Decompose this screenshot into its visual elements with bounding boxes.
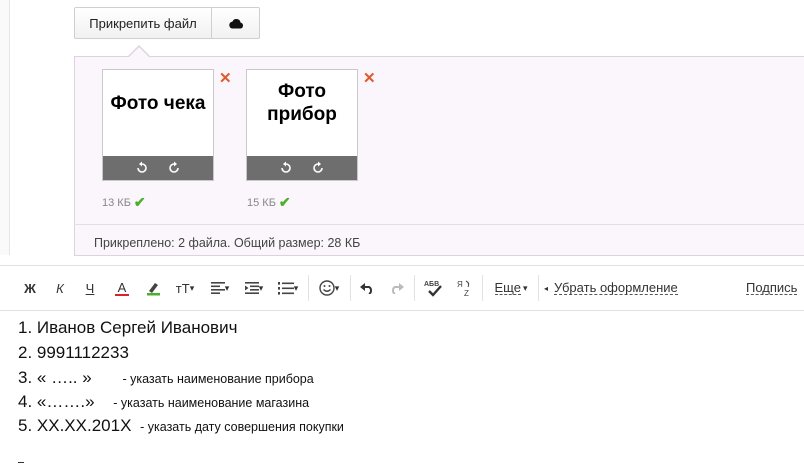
redo-icon <box>391 282 404 294</box>
collapse-left-icon: ◂ <box>544 283 549 293</box>
cloud-icon <box>228 18 243 28</box>
svg-text:Я: Я <box>457 280 463 289</box>
svg-text:АБВ: АБВ <box>424 281 439 288</box>
formatting-toolbar: Ж К Ч А тТ ▾ ▾ ▾ ▾ ▾ АБВ Я Z Еще ▾ ◂ Убр… <box>0 265 804 311</box>
attachment-thumbnail[interactable]: Фото прибор <box>246 69 358 181</box>
numbered-list-icon <box>277 281 294 295</box>
attachments-summary: Прикреплено: 2 файла. Общий размер: 28 К… <box>94 236 361 250</box>
italic-button[interactable]: К <box>50 266 70 310</box>
thumbnail-caption: Фото чека <box>110 93 206 114</box>
list-button[interactable]: ▾ <box>274 266 302 310</box>
remove-attachment-icon[interactable]: ✕ <box>363 71 376 86</box>
body-line: 2. 9991112233 <box>18 343 129 362</box>
emoji-button[interactable]: ▾ <box>314 266 344 310</box>
thumbnail-toolbar <box>103 156 213 180</box>
translit-button[interactable]: Я Z <box>452 266 476 310</box>
spellcheck-icon: АБВ <box>424 281 442 297</box>
underline-button[interactable]: Ч <box>80 266 100 310</box>
panel-divider <box>74 224 804 225</box>
body-line: 3. « ….. » - указать наименование прибор… <box>18 368 314 387</box>
undo-button[interactable] <box>356 266 378 310</box>
rotate-right-icon[interactable] <box>310 160 326 176</box>
thumbnail-caption: Фото прибор <box>267 81 337 125</box>
body-line: 4. «…….» - указать наименование магазина <box>18 392 310 411</box>
spellcheck-button[interactable]: АБВ <box>420 266 446 310</box>
body-line: 5. XX.XX.201X - указать дату совершения … <box>18 416 344 435</box>
undo-icon <box>360 282 373 294</box>
text-cursor <box>18 462 24 463</box>
more-menu[interactable]: Еще ▾ <box>490 266 532 310</box>
check-icon: ✔ <box>133 194 146 210</box>
bold-button[interactable]: Ж <box>20 266 40 310</box>
cloud-attach-button[interactable] <box>212 7 260 39</box>
attach-file-button[interactable]: Прикрепить файл <box>74 7 212 39</box>
highlighter-icon <box>147 283 160 296</box>
text-color-button[interactable]: А <box>110 266 134 310</box>
remove-attachment-icon[interactable]: ✕ <box>219 71 232 86</box>
indent-icon <box>244 282 259 294</box>
check-icon: ✔ <box>278 194 291 210</box>
translit-icon: Я Z <box>457 280 470 297</box>
signature-button[interactable]: Подпись <box>746 266 804 310</box>
align-button[interactable]: ▾ <box>206 266 234 310</box>
text-color-icon: А <box>117 279 127 295</box>
rotate-left-icon[interactable] <box>134 160 150 176</box>
thumbnail-toolbar <box>247 156 357 180</box>
redo-button[interactable] <box>386 266 408 310</box>
attachment-size: 13 КБ ✔ <box>102 194 146 210</box>
clear-formatting-button[interactable]: ◂ Убрать оформление <box>544 266 682 310</box>
attachment-size: 15 КБ ✔ <box>247 194 291 210</box>
rotate-right-icon[interactable] <box>166 160 182 176</box>
align-left-icon <box>210 282 225 294</box>
smiley-icon <box>319 280 335 296</box>
attachment-thumbnail[interactable]: Фото чека <box>102 69 214 181</box>
highlight-button[interactable] <box>142 266 164 310</box>
indent-button[interactable]: ▾ <box>240 266 268 310</box>
rotate-left-icon[interactable] <box>278 160 294 176</box>
body-line: 1. Иванов Сергей Иванович <box>18 318 238 337</box>
svg-text:Z: Z <box>464 289 469 297</box>
font-size-button[interactable]: тТ ▾ <box>172 266 198 310</box>
left-pane-edge <box>0 0 10 255</box>
font-size-icon: тТ <box>175 280 190 296</box>
